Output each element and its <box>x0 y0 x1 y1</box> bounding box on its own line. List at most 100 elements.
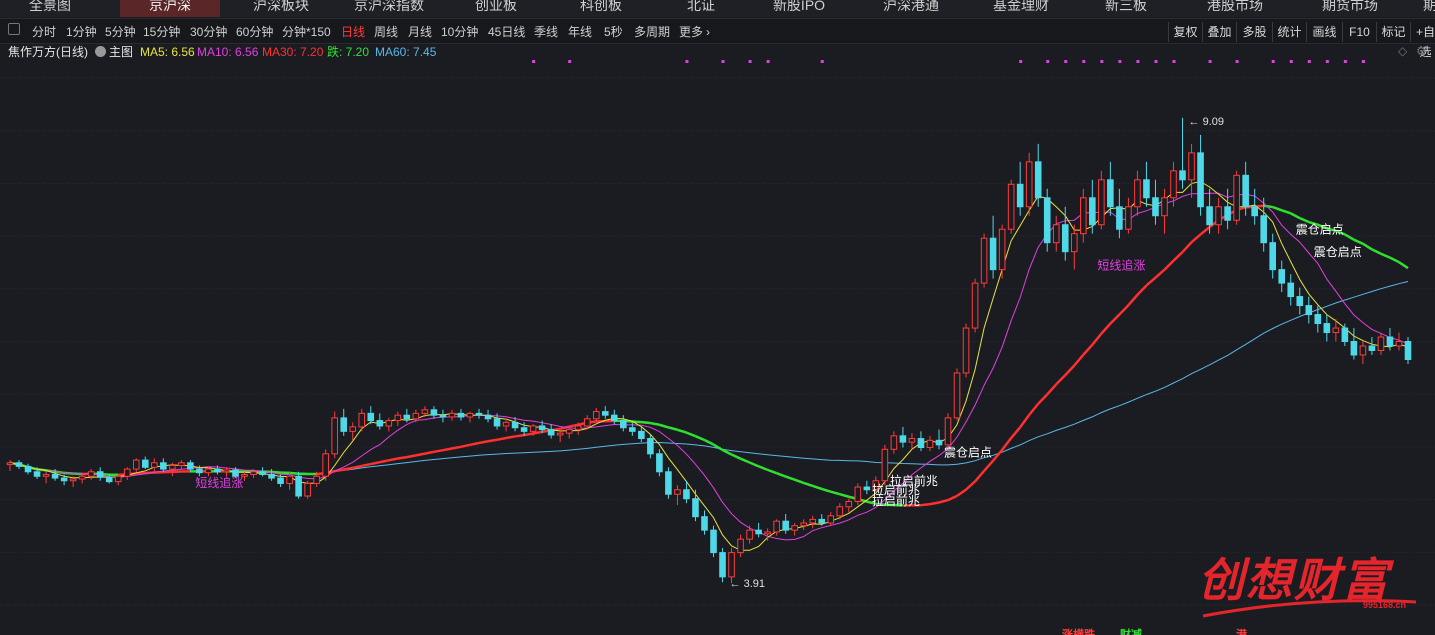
toolbar-button-4[interactable]: 画线 <box>1306 22 1342 42</box>
chart-legend: 焦作万方(日线) 主图 MA5: 6.56 MA10: 6.56 MA30: 7.2… <box>0 44 1435 60</box>
main-chart-label[interactable]: 主图 <box>109 45 133 59</box>
ma30-segment <box>1073 353 1085 367</box>
main-chart-toggle-icon[interactable] <box>95 46 106 57</box>
candle-up <box>6 462 14 466</box>
candle-down <box>493 418 501 427</box>
period-9[interactable]: 月线 <box>408 24 432 40</box>
nav-tab-1[interactable]: 京沪深 <box>120 0 220 17</box>
ma30-segment <box>650 421 660 426</box>
signal-dot <box>1154 60 1158 63</box>
period-11[interactable]: 45日线 <box>488 24 525 40</box>
ma30-segment <box>523 432 534 437</box>
signal-dot <box>1064 60 1068 63</box>
candle-down <box>601 411 609 416</box>
signal-dot <box>532 60 536 63</box>
signal-dot <box>1235 60 1239 63</box>
nav-tab-3[interactable]: 京沪深指数 <box>334 0 444 17</box>
candle-down <box>24 465 32 473</box>
candle-down <box>1016 183 1024 208</box>
candle-up <box>78 475 86 480</box>
nav-tab-5[interactable]: 科创板 <box>546 0 656 17</box>
period-12[interactable]: 季线 <box>534 24 558 40</box>
candle-up <box>1188 152 1195 181</box>
nav-tab-9[interactable]: 基金理财 <box>966 0 1076 17</box>
ma30-segment <box>983 459 995 472</box>
period-7[interactable]: 日线 <box>341 24 365 40</box>
candle-down <box>755 529 762 535</box>
period-1[interactable]: 1分钟 <box>66 24 97 40</box>
candle-down <box>1350 341 1358 356</box>
period-0[interactable]: 分时 <box>32 24 56 40</box>
candle-down <box>683 489 690 500</box>
candle-up <box>953 372 961 419</box>
candle-down <box>1197 152 1204 208</box>
nav-tab-11[interactable]: 港股市场 <box>1180 0 1290 17</box>
candle-up <box>69 478 77 482</box>
ma30-segment <box>271 470 281 474</box>
candle-up <box>1080 197 1087 235</box>
candle-up <box>836 506 844 517</box>
ma30-segment <box>1199 226 1211 236</box>
period-8[interactable]: 周线 <box>374 24 398 40</box>
nav-tab-7[interactable]: 新股IPO <box>744 0 854 17</box>
candle-down <box>701 516 708 531</box>
toolbar-button-1[interactable]: 叠加 <box>1202 22 1236 42</box>
candle-down <box>457 412 465 418</box>
ma30-segment <box>1353 238 1364 245</box>
toolbar-button-5[interactable]: F10 <box>1342 22 1376 42</box>
period-5[interactable]: 60分钟 <box>236 24 273 40</box>
nav-tab-0[interactable]: 全景图 <box>0 0 100 17</box>
bottom-signal-label-1: 财减 <box>1120 629 1142 635</box>
signal-dot <box>1289 60 1293 63</box>
candle-down <box>268 473 275 479</box>
legend-options-icon[interactable]: ◇ <box>1398 44 1407 58</box>
period-16[interactable]: 更多 <box>679 24 703 40</box>
ma30-segment <box>641 420 651 425</box>
bottom-signal-label-2: 港 <box>1236 629 1247 635</box>
period-14[interactable]: 5秒 <box>604 24 623 40</box>
nav-tab-10[interactable]: 新三板 <box>1076 0 1176 17</box>
ma30-segment <box>1028 402 1040 416</box>
high-price-label: ← 9.09 <box>1189 116 1224 128</box>
nav-tab-12[interactable]: 期货市场 <box>1290 0 1410 17</box>
toolbar-button-0[interactable]: 复权 <box>1168 22 1202 42</box>
ma30-segment <box>1181 241 1193 253</box>
candle-up <box>791 525 798 531</box>
period-10[interactable]: 10分钟 <box>441 24 478 40</box>
ma30-segment <box>1380 252 1391 259</box>
candle-down <box>935 439 943 446</box>
period-13[interactable]: 年线 <box>568 24 592 40</box>
period-3[interactable]: 15分钟 <box>143 24 180 40</box>
ma30-segment <box>677 428 687 434</box>
nav-tab-4[interactable]: 创业板 <box>446 0 546 17</box>
nav-tab-2[interactable]: 沪深板块 <box>226 0 336 17</box>
period-15[interactable]: 多周期 <box>634 24 670 40</box>
ma30-segment <box>1127 294 1139 307</box>
toolbar-button-3[interactable]: 统计 <box>1272 22 1306 42</box>
candle-up <box>1052 224 1060 244</box>
ma30-segment <box>1001 437 1013 451</box>
candle-up <box>250 471 257 475</box>
more-chevron-icon[interactable]: › <box>706 24 710 40</box>
candle-down <box>1251 206 1258 217</box>
toolbar-button-7[interactable]: +自选 <box>1410 22 1435 59</box>
candle-down <box>33 471 41 477</box>
candle-up <box>114 475 122 483</box>
candle-down <box>710 529 717 554</box>
toolbar-button-2[interactable]: 多股 <box>1236 22 1272 42</box>
period-6[interactable]: 分钟*150 <box>282 24 331 40</box>
toolbar-expand-icon[interactable] <box>8 23 20 35</box>
period-4[interactable]: 30分钟 <box>190 24 227 40</box>
period-2[interactable]: 5分钟 <box>105 24 136 40</box>
nav-tab-6[interactable]: 北证 <box>656 0 746 17</box>
nav-tab-13[interactable]: 期 <box>1410 0 1435 17</box>
candle-down <box>899 435 907 443</box>
signal-dot <box>766 60 770 63</box>
candle-up <box>466 412 474 418</box>
ma30-segment <box>920 502 931 507</box>
nav-tab-8[interactable]: 沪深港通 <box>856 0 966 17</box>
toolbar-button-6[interactable]: 标记 <box>1376 22 1410 42</box>
candle-up <box>773 520 780 533</box>
legend-settings-icon[interactable]: ⚙ <box>1416 44 1427 58</box>
ma30-segment <box>1136 284 1148 296</box>
